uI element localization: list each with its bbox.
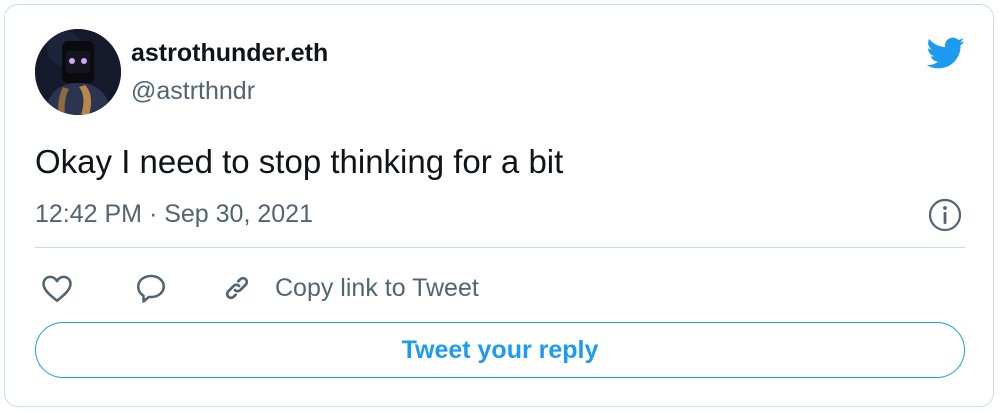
tweet-your-reply-button[interactable]: Tweet your reply	[35, 322, 965, 378]
tweet-timestamp[interactable]: 12:42 PM · Sep 30, 2021	[35, 200, 313, 229]
avatar-image	[35, 29, 121, 115]
author-handle[interactable]: @astrthndr	[131, 77, 255, 106]
avatar[interactable]	[35, 29, 121, 115]
tweet-card: astrothunder.eth @astrthndr Okay I need …	[4, 4, 994, 407]
like-button[interactable]	[39, 268, 75, 308]
twitter-bird-icon[interactable]	[923, 33, 967, 73]
tweet-text: Okay I need to stop thinking for a bit	[35, 143, 564, 180]
info-icon[interactable]	[927, 197, 963, 233]
link-icon	[225, 276, 249, 300]
speech-bubble-icon	[136, 274, 166, 303]
copy-link-label: Copy link to Tweet	[275, 273, 479, 302]
copy-link-button[interactable]: Copy link to Tweet	[219, 268, 479, 308]
heart-icon	[42, 275, 72, 303]
author-display-name[interactable]: astrothunder.eth	[131, 39, 328, 68]
reply-button[interactable]	[133, 268, 169, 308]
divider	[35, 247, 965, 248]
